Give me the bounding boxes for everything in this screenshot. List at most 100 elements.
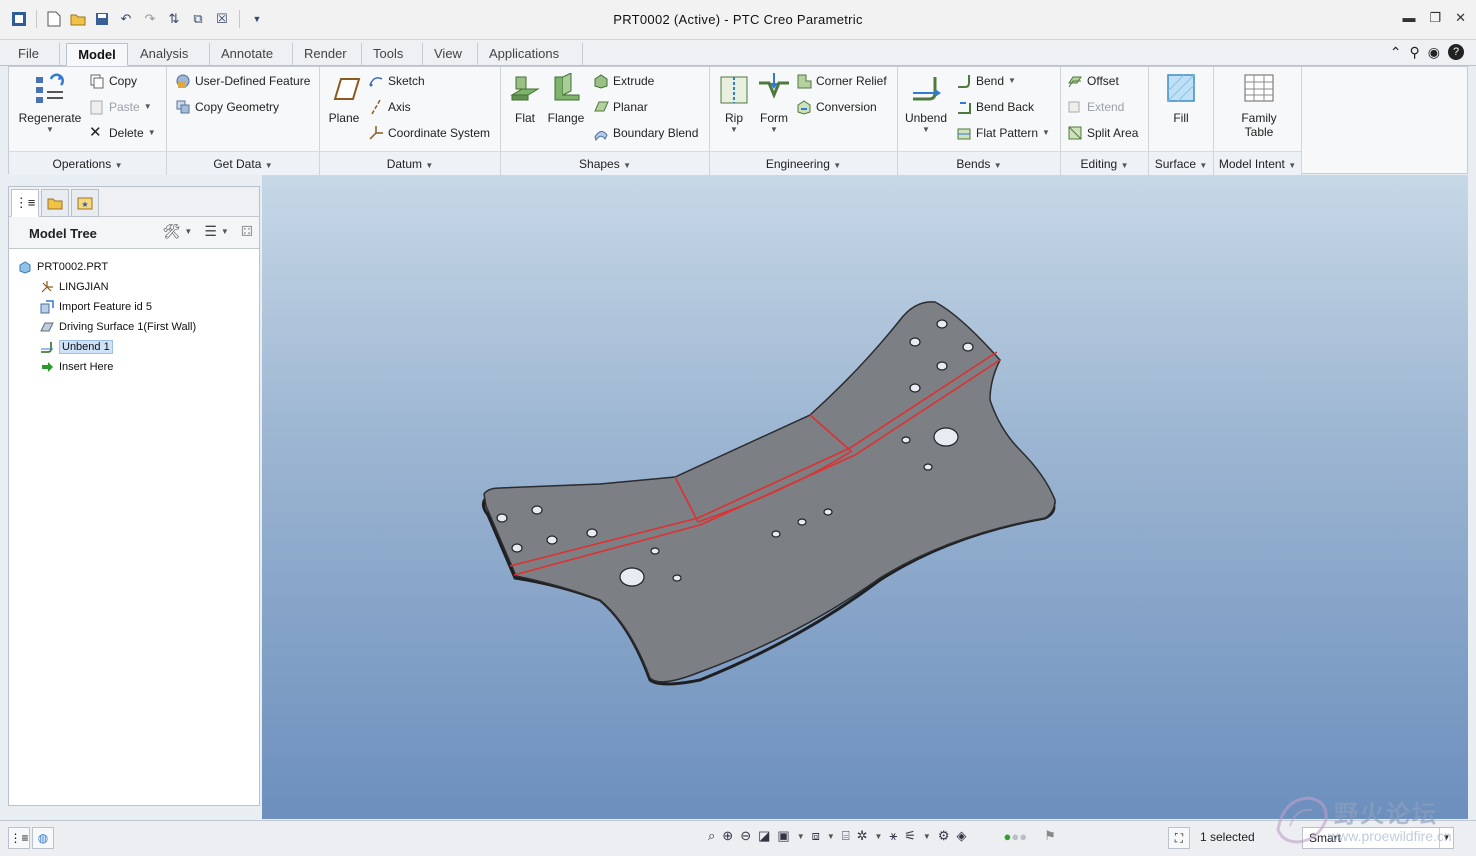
conversion-button[interactable]: Conversion (796, 97, 877, 117)
planar-button[interactable]: Planar (593, 97, 648, 117)
window-title: PRT0002 (Active) - PTC Creo Parametric (613, 12, 863, 27)
group-label-operations[interactable]: Operations ▼ (9, 151, 166, 175)
axis-button[interactable]: Axis (368, 97, 411, 117)
zoom-in-icon[interactable]: ⊕ (722, 828, 733, 844)
group-model-intent: Family Table Model Intent ▼ (1214, 67, 1302, 175)
selection-filter-select[interactable]: Smart ▼ (1302, 827, 1454, 849)
show-browser-icon[interactable]: ◍ (32, 827, 54, 849)
regenerate-button[interactable]: Regenerate ▼ (15, 73, 85, 134)
bend-back-button[interactable]: Bend Back (956, 97, 1034, 117)
display-style-icon[interactable]: ▣ (777, 828, 789, 844)
tab-tools[interactable]: Tools (363, 43, 423, 66)
help-icon[interactable]: ? (1448, 44, 1464, 60)
unbend-icon (909, 73, 943, 105)
flange-button[interactable]: Flange (545, 72, 587, 125)
tab-analysis[interactable]: Analysis (130, 43, 210, 66)
sketch-button[interactable]: Sketch (368, 71, 425, 91)
tab-annotate[interactable]: Annotate (211, 43, 293, 66)
community-icon[interactable]: ◉ (1428, 44, 1440, 61)
bend-button[interactable]: Bend ▼ (956, 71, 1016, 91)
group-label-bends[interactable]: Bends ▼ (898, 151, 1060, 175)
saved-views-icon[interactable]: ⧈ (812, 828, 820, 844)
delete-icon: ✕ (89, 124, 102, 141)
find-binoculars-icon[interactable]: ⛶ (1168, 827, 1190, 849)
appearance-icon[interactable]: ⚙ (938, 828, 950, 844)
tree-node-insert-here[interactable]: Insert Here (17, 357, 196, 377)
tree-columns-dropdown-icon[interactable]: ▼ (221, 227, 229, 236)
sheetmetal-part[interactable] (262, 175, 1468, 819)
model-tree-tools: 🛠 ▼ ☰ ▼ ⚃ (163, 223, 253, 240)
group-label-datum[interactable]: Datum ▼ (320, 151, 500, 175)
tree-node-driving-surface[interactable]: Driving Surface 1(First Wall) (17, 317, 196, 337)
minimize-icon[interactable]: ▬ (1402, 10, 1415, 26)
group-label-get-data[interactable]: Get Data ▼ (167, 151, 319, 175)
tab-model[interactable]: Model (66, 43, 128, 66)
paste-button[interactable]: Paste ▼ (89, 97, 152, 117)
view-manager-icon[interactable]: ⌸ (842, 828, 850, 844)
tree-columns-icon[interactable]: ☰ (204, 223, 217, 240)
boundary-blend-button[interactable]: Boundary Blend (593, 123, 698, 143)
refit-icon[interactable]: ⌕ (708, 828, 715, 844)
group-label-shapes[interactable]: Shapes ▼ (501, 151, 709, 175)
delete-button[interactable]: ✕ Delete ▼ (89, 123, 156, 143)
spin-center-icon[interactable]: ⚹ (889, 828, 897, 844)
datum-display-icon[interactable]: ✲ (857, 828, 868, 844)
perspective-icon[interactable]: ◈ (957, 828, 967, 844)
tree-settings-icon[interactable]: 🛠 (163, 223, 181, 240)
plane-button[interactable]: Plane (324, 73, 364, 125)
search-icon[interactable]: ⚲ (1410, 44, 1420, 61)
import-feature-icon (39, 300, 55, 314)
flat-button[interactable]: Flat (505, 73, 545, 125)
tree-settings-dropdown-icon[interactable]: ▼ (184, 227, 192, 236)
corner-relief-button[interactable]: Corner Relief (796, 71, 887, 91)
chevron-down-icon[interactable]: ▼ (1439, 828, 1453, 848)
tab-render[interactable]: Render (294, 43, 362, 66)
tree-node-csys[interactable]: LINGJIAN (17, 277, 196, 297)
bend-icon (956, 73, 972, 89)
graphics-viewport[interactable] (262, 175, 1468, 819)
flag-icon[interactable]: ⚑ (1044, 828, 1056, 844)
close-icon[interactable]: ✕ (1455, 10, 1466, 26)
planar-icon (593, 99, 609, 115)
tree-node-unbend[interactable]: Unbend 1 (17, 337, 196, 357)
annotation-display-icon[interactable]: ⚟ (904, 828, 916, 844)
rip-button[interactable]: Rip ▼ (714, 73, 754, 134)
conversion-icon (796, 99, 812, 115)
repaint-icon[interactable]: ◪ (758, 828, 770, 844)
plane-icon (327, 73, 361, 105)
coordinate-system-button[interactable]: Coordinate System (368, 123, 490, 143)
udf-button[interactable]: User-Defined Feature (175, 71, 310, 91)
favorites-tab-icon[interactable]: ★ (71, 189, 99, 217)
form-button[interactable]: Form ▼ (754, 73, 794, 134)
part-body[interactable] (483, 301, 1056, 683)
family-table-button[interactable]: Family Table (1224, 73, 1294, 139)
model-tree-tab-icon[interactable]: ⋮≡ (11, 189, 39, 217)
tree-node-part[interactable]: PRT0002.PRT (17, 257, 196, 277)
show-navigator-icon[interactable]: ⋮≡ (8, 827, 30, 849)
extrude-button[interactable]: Extrude (593, 71, 654, 91)
extend-button[interactable]: Extend (1067, 97, 1124, 117)
copy-geometry-button[interactable]: Copy Geometry (175, 97, 279, 117)
offset-button[interactable]: Offset (1067, 71, 1119, 91)
tree-node-import-feature[interactable]: Import Feature id 5 (17, 297, 196, 317)
split-area-button[interactable]: Split Area (1067, 123, 1138, 143)
unbend-icon (39, 340, 55, 354)
bend-back-icon (956, 99, 972, 115)
flat-wall-icon (508, 73, 542, 105)
group-label-engineering[interactable]: Engineering ▼ (710, 151, 897, 175)
tab-file[interactable]: File ▼ (8, 43, 60, 81)
unbend-button[interactable]: Unbend ▼ (902, 73, 950, 134)
group-label-editing[interactable]: Editing ▼ (1061, 151, 1148, 175)
tab-applications[interactable]: Applications (479, 43, 583, 66)
flat-pattern-button[interactable]: Flat Pattern ▼ (956, 123, 1050, 143)
tree-filter-icon[interactable]: ⚃ (241, 223, 253, 240)
fill-button[interactable]: Fill (1159, 73, 1203, 125)
folder-browser-tab-icon[interactable] (41, 189, 69, 217)
zoom-out-icon[interactable]: ⊖ (740, 828, 751, 844)
maximize-icon[interactable]: ❐ (1429, 10, 1441, 26)
collapse-ribbon-icon[interactable]: ⌃ (1390, 44, 1402, 61)
group-label-model-intent[interactable]: Model Intent ▼ (1214, 151, 1301, 175)
group-label-surface[interactable]: Surface ▼ (1149, 151, 1213, 175)
copy-button[interactable]: Copy (89, 71, 137, 91)
tab-view[interactable]: View (424, 43, 478, 66)
